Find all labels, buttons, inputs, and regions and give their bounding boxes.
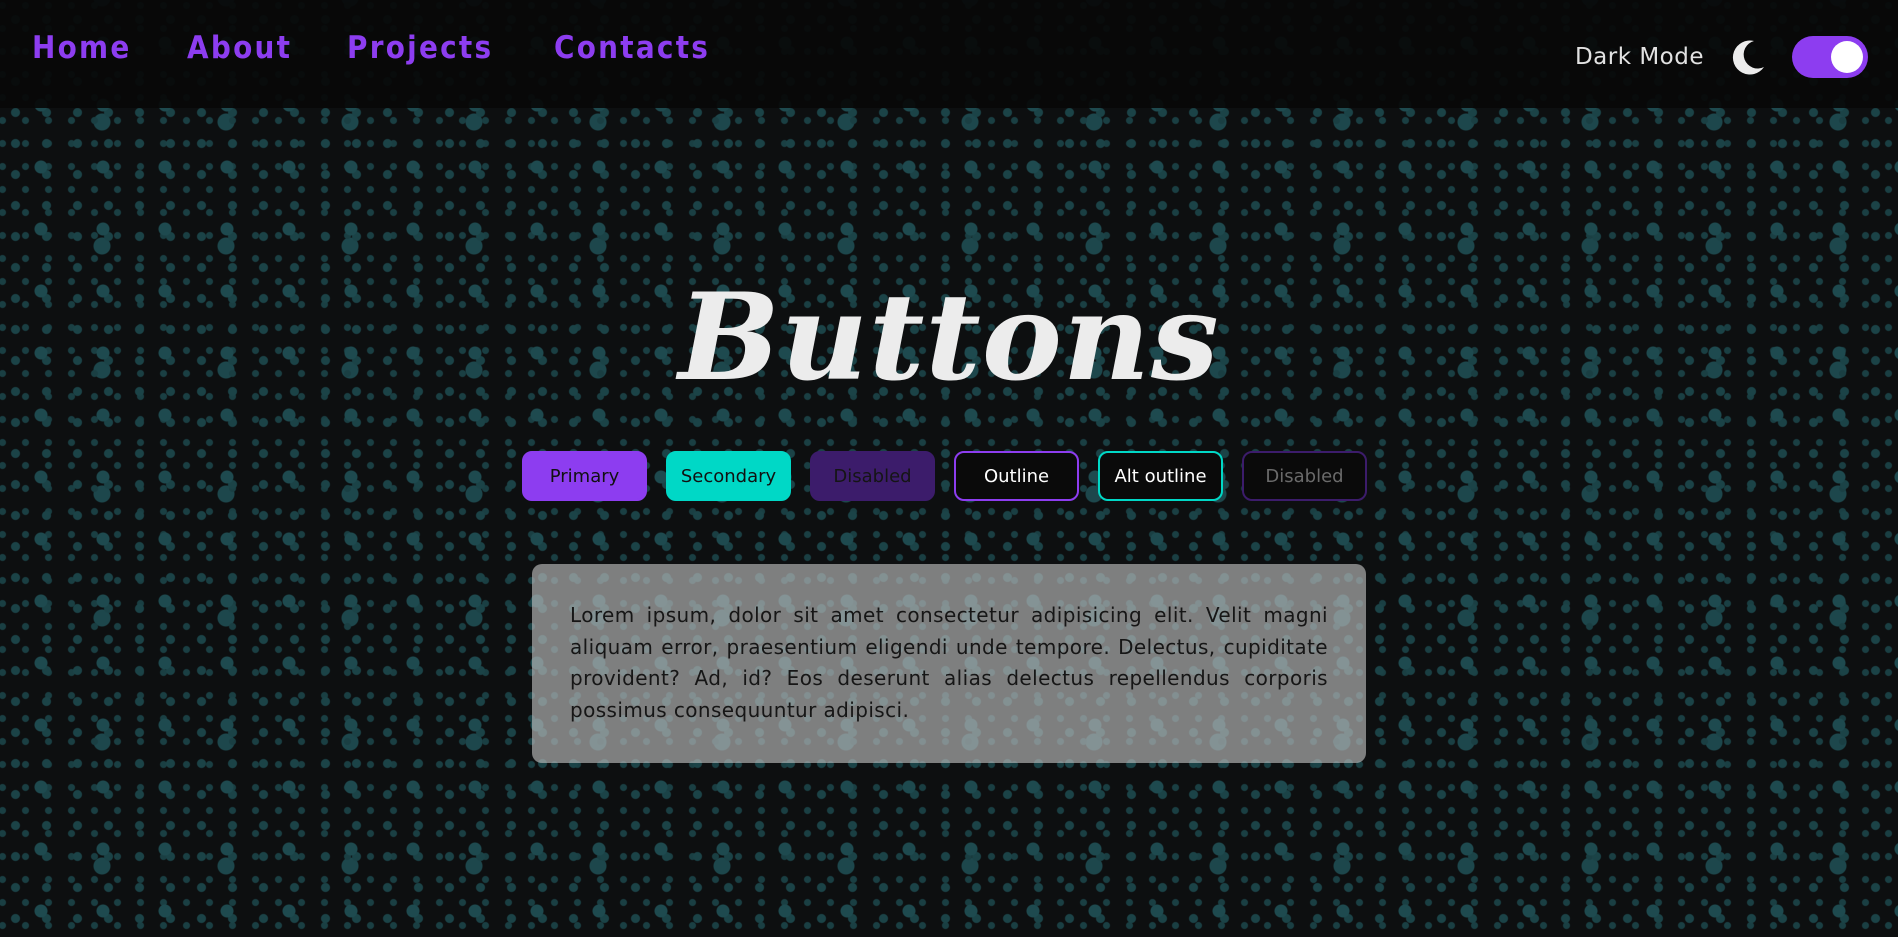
card-text: Lorem ipsum, dolor sit amet consectetur … <box>570 603 1328 722</box>
alt-outline-button[interactable]: Alt outline <box>1098 451 1223 501</box>
nav-link-about[interactable]: About <box>187 30 292 66</box>
secondary-button[interactable]: Secondary <box>666 451 791 501</box>
dark-mode-control: Dark Mode <box>1575 36 1868 78</box>
page-title: Buttons <box>678 267 1220 408</box>
top-navbar: Home About Projects Contacts Dark Mode <box>0 0 1898 108</box>
nav-link-home[interactable]: Home <box>32 30 132 66</box>
button-row: Primary Secondary Disabled Outline Alt o… <box>522 451 1367 501</box>
dark-mode-label: Dark Mode <box>1574 44 1704 70</box>
toggle-knob <box>1831 41 1863 73</box>
text-card: Lorem ipsum, dolor sit amet consectetur … <box>532 564 1366 763</box>
disabled-outline-button: Disabled <box>1242 451 1367 501</box>
moon-icon <box>1732 40 1764 75</box>
primary-button[interactable]: Primary <box>522 451 647 501</box>
nav-links: Home About Projects Contacts <box>32 30 728 66</box>
dark-mode-toggle[interactable] <box>1792 36 1868 78</box>
disabled-button: Disabled <box>810 451 935 501</box>
nav-link-projects[interactable]: Projects <box>347 30 493 66</box>
outline-button[interactable]: Outline <box>954 451 1079 501</box>
nav-link-contacts[interactable]: Contacts <box>554 30 710 66</box>
